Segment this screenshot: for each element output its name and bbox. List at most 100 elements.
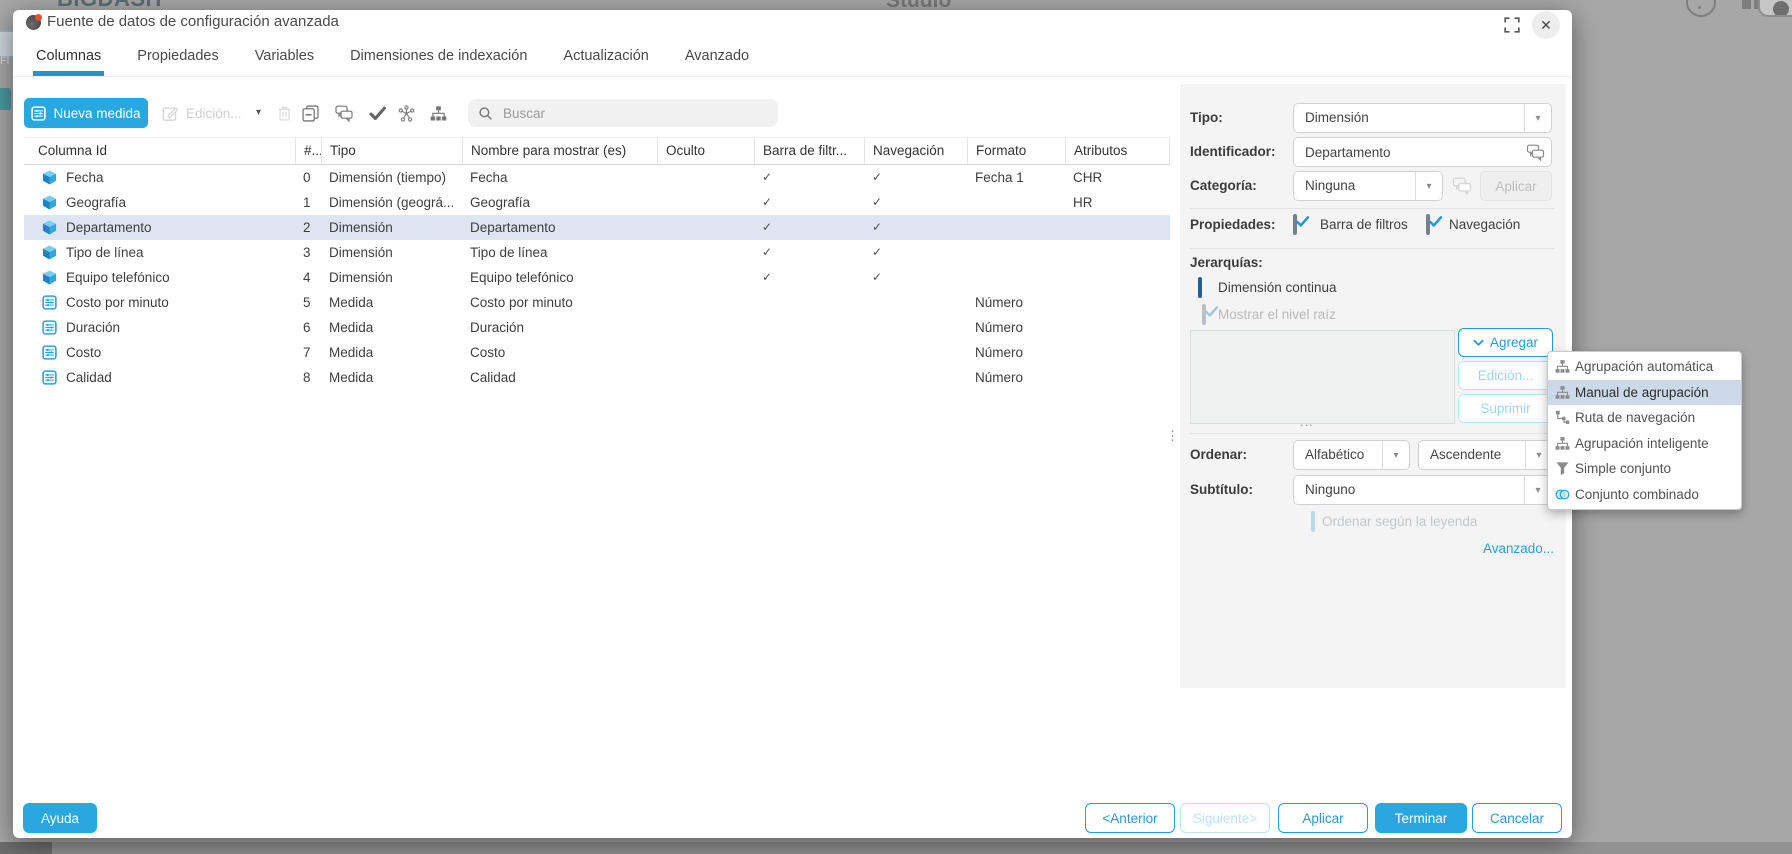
- anterior-button[interactable]: <Anterior: [1085, 803, 1175, 833]
- menu-item-conjunto-combinado[interactable]: Conjunto combinado: [1548, 482, 1741, 508]
- tab-variables[interactable]: Variables: [252, 46, 317, 76]
- table-row-fecha[interactable]: Fecha 0 Dimensión (tiempo) Fecha ✓ ✓ Fec…: [24, 165, 1170, 190]
- panel-splitter-handle[interactable]: ⋮: [1166, 428, 1178, 444]
- dimension-cube-icon: [42, 195, 57, 210]
- validate-check-icon[interactable]: [368, 104, 387, 123]
- search-field[interactable]: [468, 99, 778, 127]
- edit-button[interactable]: Edición...: [162, 98, 242, 128]
- header-atributos[interactable]: Atributos: [1065, 138, 1170, 164]
- search-input[interactable]: [501, 105, 745, 122]
- menu-item-agrupacion-inteligente[interactable]: Agrupación inteligente: [1548, 431, 1741, 457]
- cell-nombre: Costo: [462, 340, 657, 365]
- agregar-button[interactable]: Agregar: [1458, 328, 1553, 357]
- identificador-field[interactable]: [1293, 137, 1552, 167]
- header-oculto[interactable]: Oculto: [657, 138, 754, 164]
- ordenar-select[interactable]: Alfabético ▾: [1293, 440, 1410, 470]
- apps-grid-icon: [1742, 0, 1751, 9]
- cell-nombre: Departamento: [462, 215, 657, 240]
- cell-navegacion: [864, 340, 967, 365]
- header-nombre[interactable]: Nombre para mostrar (es): [462, 138, 657, 164]
- dimension-continua-checkbox[interactable]: [1198, 277, 1202, 298]
- cell-formato: [967, 215, 1065, 240]
- cell-columna-id: Calidad: [24, 365, 295, 390]
- tab-avanzado[interactable]: Avanzado: [682, 46, 752, 76]
- menu-item-agrupacion-automatica[interactable]: Agrupación automática: [1548, 354, 1741, 380]
- new-measure-button[interactable]: Nueva medida: [24, 98, 148, 128]
- measure-abacus-icon: [42, 345, 57, 360]
- header-num[interactable]: #...: [295, 138, 321, 164]
- tabs-divider: [13, 76, 1572, 77]
- cards-icon[interactable]: [302, 105, 319, 122]
- ordenar-leyenda-checkbox[interactable]: [1311, 511, 1315, 532]
- cell-num: 1: [295, 190, 321, 215]
- header-tipo[interactable]: Tipo: [321, 138, 462, 164]
- cell-navegacion: [864, 290, 967, 315]
- cell-formato: Número: [967, 340, 1065, 365]
- cell-num: 8: [295, 365, 321, 390]
- table-row-tipo-de-linea[interactable]: Tipo de línea 3 Dimensión Tipo de línea …: [24, 240, 1170, 265]
- navegacion-checkbox[interactable]: [1426, 214, 1430, 235]
- tab-dimensiones-indexacion[interactable]: Dimensiones de indexación: [347, 46, 530, 76]
- tab-actualizacion[interactable]: Actualización: [560, 46, 651, 76]
- table-row-duracion[interactable]: Duración 6 Medida Duración Número: [24, 315, 1170, 340]
- table-row-calidad[interactable]: Calidad 8 Medida Calidad Número: [24, 365, 1170, 390]
- suprimir-button[interactable]: Suprimir: [1458, 394, 1553, 423]
- cell-oculto: [657, 165, 754, 190]
- header-barra-filtros[interactable]: Barra de filtr...: [754, 138, 864, 164]
- table-row-costo-por-minuto[interactable]: Costo por minuto 5 Medida Costo por minu…: [24, 290, 1170, 315]
- tipo-select[interactable]: Dimensión ▾: [1293, 103, 1552, 133]
- cell-nombre: Calidad: [462, 365, 657, 390]
- aplicar-button[interactable]: Aplicar: [1278, 803, 1368, 833]
- tab-propiedades[interactable]: Propiedades: [134, 46, 221, 76]
- close-icon[interactable]: ✕: [1532, 11, 1560, 39]
- funnel-icon: [1555, 461, 1570, 476]
- fullscreen-icon[interactable]: [1504, 17, 1520, 33]
- panel-divider: [1190, 433, 1555, 434]
- barra-filtros-checkbox-label: Barra de filtros: [1320, 216, 1408, 234]
- cell-oculto: [657, 340, 754, 365]
- hierarchies-listbox[interactable]: [1190, 330, 1455, 424]
- menu-item-simple-conjunto[interactable]: Simple conjunto: [1548, 456, 1741, 482]
- avanzado-link[interactable]: Avanzado...: [1483, 541, 1554, 556]
- jerarquias-label: Jerarquías:: [1190, 254, 1263, 272]
- siguiente-button[interactable]: Siguiente>: [1180, 803, 1270, 833]
- identificador-input[interactable]: [1294, 144, 1526, 161]
- new-measure-label: Nueva medida: [53, 106, 140, 121]
- translations-icon[interactable]: [1526, 144, 1545, 161]
- table-row-geografia[interactable]: Geografía 1 Dimensión (geográ... Geograf…: [24, 190, 1170, 215]
- direccion-select[interactable]: Ascendente ▾: [1418, 440, 1553, 470]
- header-formato[interactable]: Formato: [967, 138, 1065, 164]
- tab-columnas[interactable]: Columnas: [33, 46, 104, 76]
- dialog-tabs: Columnas Propiedades Variables Dimension…: [33, 46, 752, 76]
- table-row-equipo-telefonico[interactable]: Equipo telefónico 4 Dimensión Equipo tel…: [24, 265, 1170, 290]
- cell-num: 4: [295, 265, 321, 290]
- cancelar-button[interactable]: Cancelar: [1472, 803, 1562, 833]
- trash-icon[interactable]: [276, 105, 293, 122]
- edit-dropdown-caret-icon[interactable]: ▾: [256, 104, 261, 122]
- edicion-jerarquia-button[interactable]: Edición...: [1458, 361, 1553, 390]
- molecule-icon[interactable]: [398, 105, 415, 122]
- categoria-select[interactable]: Ninguna ▾: [1293, 171, 1443, 201]
- header-columna-id[interactable]: Columna Id: [24, 138, 295, 164]
- nivel-raiz-checkbox[interactable]: [1202, 304, 1206, 325]
- aplicar-categoria-button[interactable]: Aplicar: [1480, 171, 1552, 201]
- cell-formato: Número: [967, 315, 1065, 340]
- table-row-departamento[interactable]: Departamento 2 Dimensión Departamento ✓ …: [24, 215, 1170, 240]
- menu-item-manual-de-agrupacion[interactable]: Manual de agrupación: [1548, 380, 1741, 406]
- categoria-label: Categoría:: [1190, 171, 1257, 201]
- menu-item-ruta-de-navegacion[interactable]: Ruta de navegación: [1548, 405, 1741, 431]
- listbox-resize-handle[interactable]: ...: [1300, 414, 1314, 429]
- comments-icon[interactable]: [334, 105, 354, 122]
- cell-tipo: Dimensión (tiempo): [321, 165, 462, 190]
- hierarchy-icon[interactable]: [430, 105, 447, 122]
- terminar-button[interactable]: Terminar: [1375, 803, 1467, 833]
- barra-filtros-checkbox[interactable]: [1293, 214, 1297, 235]
- header-navegacion[interactable]: Navegación: [864, 138, 967, 164]
- ayuda-button[interactable]: Ayuda: [23, 803, 97, 833]
- dimension-cube-icon: [42, 170, 57, 185]
- table-row-costo[interactable]: Costo 7 Medida Costo Número: [24, 340, 1170, 365]
- subtitulo-select[interactable]: Ninguno ▾: [1293, 475, 1552, 505]
- cell-columna-id: Tipo de línea: [24, 240, 295, 265]
- cell-oculto: [657, 315, 754, 340]
- ordenar-value: Alfabético: [1294, 441, 1382, 469]
